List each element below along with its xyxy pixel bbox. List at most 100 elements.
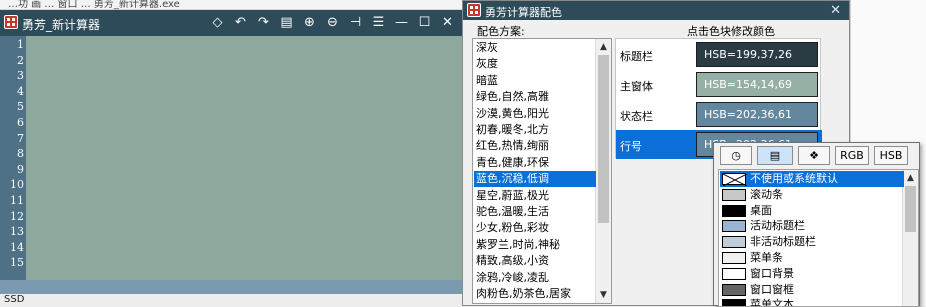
status-left-text: SSD	[4, 294, 25, 305]
undo-icon[interactable]: ↶	[232, 13, 249, 32]
color-chip	[722, 283, 746, 296]
line-number: 1	[17, 38, 24, 51]
picker-color-label: 桌面	[750, 203, 772, 217]
color-row[interactable]: 主窗体 HSB=154,14,69	[616, 70, 822, 99]
picker-color-item[interactable]: 窗口窗框	[720, 282, 904, 298]
line-number: 14	[10, 240, 24, 254]
no-color-icon	[722, 173, 748, 187]
color-swatch[interactable]: HSB=202,36,61	[696, 102, 818, 127]
scheme-list-item[interactable]: 深灰	[474, 40, 596, 56]
scheme-list-item[interactable]: 涂鸦,冷峻,凌乱	[474, 270, 596, 286]
background-window-strip: …功 画 … 窗口 … 勇芳_新计算器.exe	[0, 0, 470, 10]
scroll-thumb[interactable]	[598, 55, 609, 223]
eraser-icon[interactable]: ◇	[209, 13, 226, 32]
scheme-list[interactable]: ▲ ▼ 深灰 灰度 暗蓝 绿色,自然,高雅 沙漠,黄色,阳光 初春,暖冬,北方 红色,热情,…	[472, 38, 612, 304]
scheme-label: 配色方案:	[477, 25, 525, 38]
expression-editor[interactable]	[26, 36, 462, 280]
scheme-list-item[interactable]: 紫罗兰,时尚,神秘	[474, 237, 596, 253]
picker-color-label: 滚动条	[750, 187, 783, 201]
color-chip	[722, 188, 746, 201]
tab-rgb[interactable]: RGB	[835, 146, 869, 165]
color-row[interactable]: 标题栏 HSB=199,37,26	[616, 40, 822, 69]
picker-scroll-thumb[interactable]	[905, 186, 916, 232]
picker-color-item[interactable]: 桌面	[720, 203, 904, 219]
line-number: 15	[10, 256, 24, 270]
dialog-close-icon[interactable]: ✕	[830, 1, 841, 20]
picker-color-item[interactable]: 滚动条	[720, 187, 904, 203]
tab-hsb[interactable]: HSB	[874, 146, 908, 165]
calculator-title-bar: 勇芳_新计算器 ◇ ↶ ↷ ▤ ⊕ ⊖ ⊣ ☰ — ☐ ✕	[0, 10, 462, 36]
line-number: 7	[17, 131, 24, 145]
color-chip	[722, 204, 746, 217]
picker-color-list[interactable]: ▲ 不使用或系统默认 滚动条 桌面 活动标题栏 非活动标题栏 菜单条 窗口背景 窗口窗框 菜单文…	[718, 169, 919, 307]
scheme-list-item[interactable]: 红色,热情,绚丽	[474, 138, 596, 154]
dialog-title-bar: 勇芳计算器配色 ✕	[463, 1, 849, 20]
scheme-list-item[interactable]: 灰度	[474, 56, 596, 72]
line-number: 8	[17, 147, 24, 161]
scheme-list-item[interactable]: 初春,暖冬,北方	[474, 122, 596, 138]
picker-list-scrollbar[interactable]: ▲	[902, 170, 918, 306]
scheme-list-item[interactable]: 青色,健康,环保	[474, 155, 596, 171]
color-row-label: 状态栏	[620, 110, 653, 123]
scheme-list-scrollbar[interactable]: ▲ ▼	[595, 39, 611, 303]
color-swatch[interactable]: HSB=199,37,26	[696, 42, 818, 67]
pin-icon[interactable]: ⊣	[347, 13, 364, 32]
line-number: 4	[17, 84, 24, 98]
calculator-window: 勇芳_新计算器 ◇ ↶ ↷ ▤ ⊕ ⊖ ⊣ ☰ — ☐ ✕ 1 2 3 4 5 6 7 8 9 10 11 12 13 14 1…	[0, 10, 462, 294]
color-picker-popup: ◷ ▤ ❖ RGB HSB ▲ 不使用或系统默认 滚动条 桌面 活动标题栏 非活动标题栏 菜单条窗…	[713, 142, 920, 307]
picker-color-label: 窗口窗框	[750, 282, 794, 296]
color-row[interactable]: 状态栏 HSB=202,36,61	[616, 100, 822, 129]
scheme-list-item[interactable]: 少女,粉色,彩妆	[474, 220, 596, 236]
line-number-gutter: 1 2 3 4 5 6 7 8 9 10 11 12 13 14 15	[0, 36, 26, 280]
line-number: 10	[10, 178, 24, 192]
scroll-down-icon[interactable]: ▼	[596, 288, 611, 302]
color-row-label: 行号	[620, 140, 642, 153]
picker-color-item[interactable]: 菜单条	[720, 250, 904, 266]
color-chip	[722, 252, 746, 264]
color-row-label: 标题栏	[620, 50, 653, 63]
calculator-status-bar	[0, 280, 462, 294]
line-number: 5	[17, 100, 24, 114]
scheme-list-item[interactable]: 肉粉色,奶茶色,居家	[474, 286, 596, 302]
zoom-in-icon[interactable]: ⊕	[301, 13, 318, 32]
scroll-up-icon[interactable]: ▲	[596, 40, 611, 54]
picker-color-item[interactable]: 不使用或系统默认	[720, 171, 904, 187]
picker-scroll-up-icon[interactable]: ▲	[903, 171, 918, 185]
minimize-icon[interactable]: —	[393, 13, 410, 32]
picker-color-label: 活动标题栏	[750, 219, 805, 233]
zoom-out-icon[interactable]: ⊖	[324, 13, 341, 32]
maximize-icon[interactable]: ☐	[416, 13, 433, 32]
dialog-title: 勇芳计算器配色	[485, 6, 562, 19]
hint-label: 点击色块修改颜色	[687, 25, 775, 38]
color-chip	[722, 236, 746, 249]
color-chip	[722, 220, 746, 233]
picker-tabs: ◷ ▤ ❖ RGB HSB	[720, 146, 908, 165]
close-icon[interactable]: ✕	[439, 13, 456, 32]
scheme-list-item[interactable]: 驼色,温暖,生活	[474, 204, 596, 220]
scheme-list-item[interactable]: 绿色,自然,高雅	[474, 89, 596, 105]
redo-icon[interactable]: ↷	[255, 13, 272, 32]
scheme-list-item[interactable]: 蓝色,沉稳,低调	[474, 171, 596, 188]
scheme-list-item[interactable]: 星空,蔚蓝,极光	[474, 188, 596, 204]
color-swatch[interactable]: HSB=154,14,69	[696, 72, 818, 97]
menu-icon[interactable]: ☰	[370, 13, 387, 32]
picker-color-item[interactable]: 活动标题栏	[720, 218, 904, 234]
scheme-list-item[interactable]: 精致,高级,小资	[474, 253, 596, 269]
line-number: 9	[17, 162, 24, 176]
color-chip	[722, 173, 748, 187]
scheme-list-item[interactable]: 沙漠,黄色,阳光	[474, 106, 596, 122]
color-chip	[722, 267, 746, 280]
picker-color-item[interactable]: 非活动标题栏	[720, 234, 904, 250]
diamond-icon[interactable]: ❖	[798, 146, 830, 165]
line-number: 3	[17, 69, 24, 83]
calculator-toolbar: ◇ ↶ ↷ ▤ ⊕ ⊖ ⊣ ☰ — ☐ ✕	[209, 13, 456, 32]
dialog-app-icon	[467, 3, 481, 17]
picker-color-label: 不使用或系统默认	[750, 172, 838, 185]
scheme-list-item[interactable]: 暗蓝	[474, 73, 596, 89]
picker-color-item[interactable]: 窗口背景	[720, 266, 904, 282]
clock-icon[interactable]: ◷	[720, 146, 752, 165]
line-number: 6	[17, 116, 24, 129]
palette-grid-icon[interactable]: ▤	[757, 146, 793, 165]
calculator-title: 勇芳_新计算器	[22, 18, 101, 32]
keyboard-icon[interactable]: ▤	[278, 13, 295, 32]
